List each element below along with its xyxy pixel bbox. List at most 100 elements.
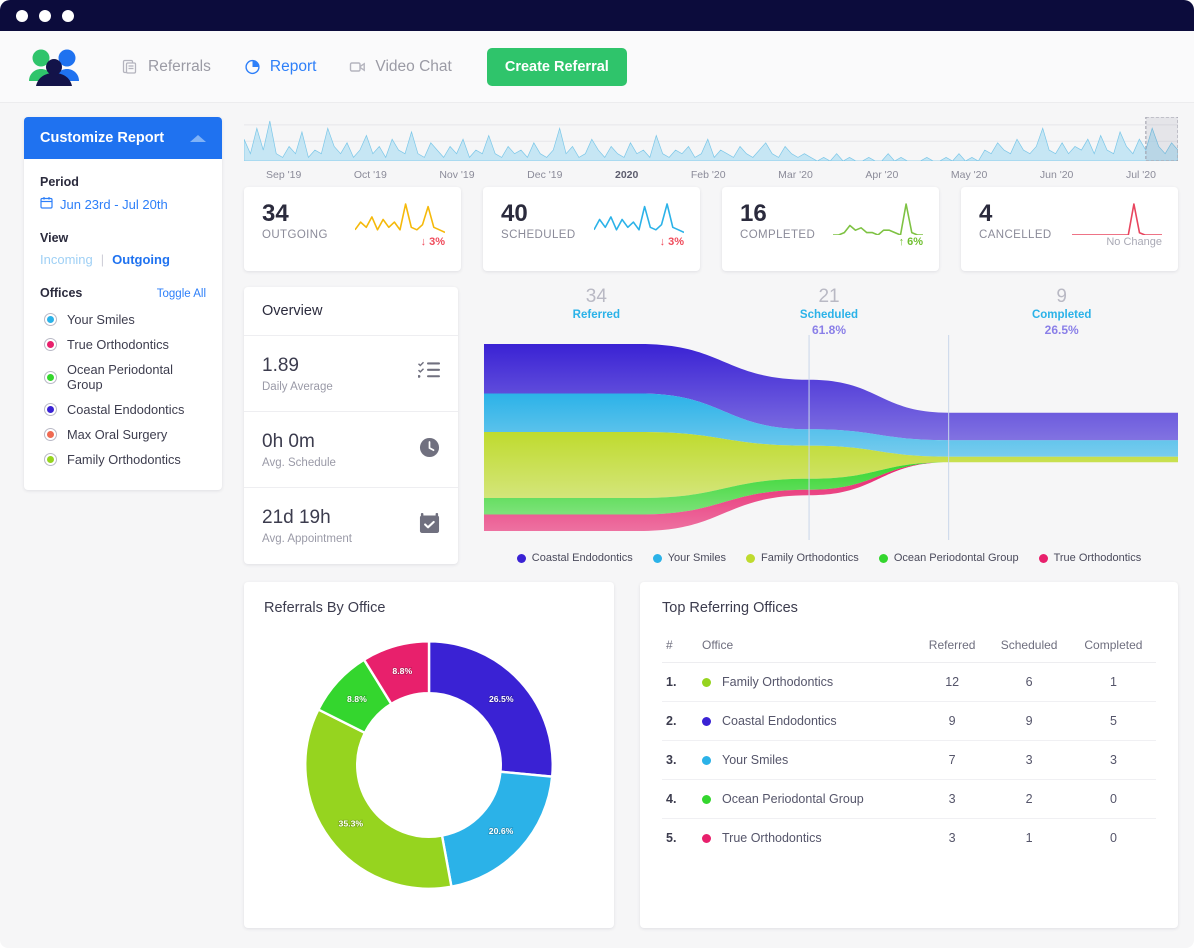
radio-icon[interactable]	[44, 371, 57, 384]
timeline-month-label: Sep '19	[266, 169, 301, 181]
nav-item-report[interactable]: Report	[230, 50, 331, 84]
office-name: True Orthodontics	[67, 337, 169, 352]
activity-timeline-chart[interactable]: Sep '19Oct '19Nov '19Dec '192020Feb '20M…	[244, 117, 1178, 179]
calendar-check-icon	[419, 513, 440, 539]
kpi-delta: ↓3%	[660, 236, 684, 248]
kpi-label: OUTGOING	[262, 229, 328, 241]
office-filter-row[interactable]: Ocean Periodontal Group	[40, 357, 206, 397]
nav-item-referrals[interactable]: Referrals	[108, 50, 225, 84]
funnel-flow-chart[interactable]	[480, 335, 1178, 540]
window-titlebar	[0, 0, 1194, 31]
left-column: Customize Report Period Jun 23r	[24, 117, 222, 948]
cell-referred: 3	[917, 780, 988, 819]
radio-icon[interactable]	[44, 338, 57, 351]
office-filter-row[interactable]: Your Smiles	[40, 307, 206, 332]
kpi-card-completed[interactable]: 16COMPLETED↑6%	[722, 187, 939, 271]
view-option-outgoing[interactable]: Outgoing	[112, 252, 170, 267]
pie-chart-icon	[244, 58, 261, 75]
office-name: True Orthodontics	[722, 831, 822, 845]
legend-label: Coastal Endodontics	[532, 552, 633, 564]
customize-report-header[interactable]: Customize Report	[24, 117, 222, 159]
table-row[interactable]: 3.Your Smiles733	[662, 741, 1156, 780]
donut-chart[interactable]: 26.5%20.6%35.3%8.8%8.8%	[279, 620, 579, 910]
office-filter-row[interactable]: Max Oral Surgery	[40, 422, 206, 447]
kpi-delta-value: No Change	[1106, 236, 1162, 248]
timeline-month-label: Feb '20	[691, 169, 726, 181]
customize-report-panel: Customize Report Period Jun 23r	[24, 117, 222, 490]
table-title: Top Referring Offices	[662, 600, 1156, 616]
nav-items: Referrals Report Video C	[108, 48, 627, 86]
document-icon	[122, 58, 139, 75]
view-label: View	[40, 231, 206, 245]
kpi-card-cancelled[interactable]: 4CANCELLED No Change	[961, 187, 1178, 271]
kpi-card-outgoing[interactable]: 34 OUTGOING ↓3%	[244, 187, 461, 271]
kpi-left: 4CANCELLED	[979, 201, 1052, 271]
donut-slice[interactable]	[429, 641, 553, 776]
create-referral-button[interactable]: Create Referral	[487, 48, 627, 86]
window-minimize-button[interactable]	[39, 10, 51, 22]
bottom-row: Referrals By Office 26.5%20.6%35.3%8.8%8…	[244, 582, 1178, 948]
office-filter-row[interactable]: True Orthodontics	[40, 332, 206, 357]
video-camera-icon	[349, 58, 366, 75]
radio-icon[interactable]	[44, 313, 57, 326]
radio-icon[interactable]	[44, 403, 57, 416]
cell-scheduled: 2	[987, 780, 1070, 819]
kpi-card-scheduled[interactable]: 40SCHEDULED↓3%	[483, 187, 700, 271]
table-row[interactable]: 1.Family Orthodontics1261	[662, 663, 1156, 702]
legend-item[interactable]: Family Orthodontics	[746, 552, 859, 564]
view-option-incoming[interactable]: Incoming	[40, 252, 93, 267]
top-referring-offices-table: # Office Referred Scheduled Completed 1.…	[662, 630, 1156, 857]
table-row[interactable]: 5.True Orthodontics310	[662, 819, 1156, 858]
table-row[interactable]: 4.Ocean Periodontal Group320	[662, 780, 1156, 819]
kpi-right: No Change	[1072, 201, 1162, 271]
funnel-stage-label: Completed	[945, 309, 1178, 321]
overview-panel: Overview 1.89Daily Average0h 0mAvg. Sche…	[244, 287, 458, 564]
nav-item-video-chat[interactable]: Video Chat	[335, 50, 465, 84]
office-color-dot	[702, 795, 711, 804]
period-picker[interactable]: Jun 23rd - Jul 20th	[40, 196, 206, 212]
radio-icon[interactable]	[44, 453, 57, 466]
overview-item-label: Avg. Schedule	[262, 457, 336, 469]
office-color-dot	[702, 717, 711, 726]
overview-items: 1.89Daily Average0h 0mAvg. Schedule21d 1…	[244, 336, 458, 564]
overview-item-value: 1.89	[262, 355, 333, 377]
funnel-stage-count: 34	[480, 287, 713, 308]
chevron-up-icon[interactable]	[190, 135, 206, 142]
legend-item[interactable]: Ocean Periodontal Group	[879, 552, 1019, 564]
table-row[interactable]: 2.Coastal Endodontics995	[662, 702, 1156, 741]
app-logo-icon[interactable]	[24, 45, 86, 89]
trend-arrow-icon: ↓	[421, 236, 427, 248]
legend-item[interactable]: Your Smiles	[653, 552, 726, 564]
office-filter-row[interactable]: Family Orthodontics	[40, 447, 206, 472]
window-close-button[interactable]	[16, 10, 28, 22]
kpi-left: 34 OUTGOING	[262, 201, 328, 271]
column-office: Office	[698, 630, 917, 663]
radio-icon[interactable]	[44, 428, 57, 441]
kpi-right: ↓3%	[355, 201, 445, 271]
funnel-stage-percent: 26.5%	[945, 323, 1178, 337]
kpi-delta-value: 3%	[429, 236, 445, 248]
office-name: Family Orthodontics	[67, 452, 181, 467]
offices-header: Offices Toggle All	[40, 286, 206, 307]
toggle-all-button[interactable]: Toggle All	[157, 288, 206, 300]
kpi-delta-value: 3%	[668, 236, 684, 248]
clock-icon	[419, 437, 440, 463]
timeline-month-label: Mar '20	[778, 169, 813, 181]
legend-item[interactable]: True Orthodontics	[1039, 552, 1142, 564]
office-name: Coastal Endodontics	[67, 402, 184, 417]
kpi-sparkline	[355, 201, 445, 235]
column-referred: Referred	[917, 630, 988, 663]
legend-item[interactable]: Coastal Endodontics	[517, 552, 633, 564]
donut-slice[interactable]	[305, 710, 451, 889]
office-filter-row[interactable]: Coastal Endodontics	[40, 397, 206, 422]
kpi-value: 34	[262, 201, 328, 226]
top-referring-offices-panel: Top Referring Offices # Office Referred …	[640, 582, 1178, 928]
table-head: # Office Referred Scheduled Completed	[662, 630, 1156, 663]
overview-and-funnel-row: Overview 1.89Daily Average0h 0mAvg. Sche…	[244, 287, 1178, 564]
office-name: Ocean Periodontal Group	[722, 792, 864, 806]
kpi-sparkline	[1072, 201, 1162, 235]
trend-arrow-icon: ↓	[660, 236, 666, 248]
cell-rank: 5.	[662, 819, 698, 858]
window-maximize-button[interactable]	[62, 10, 74, 22]
kpi-delta: ↓3%	[421, 236, 445, 248]
